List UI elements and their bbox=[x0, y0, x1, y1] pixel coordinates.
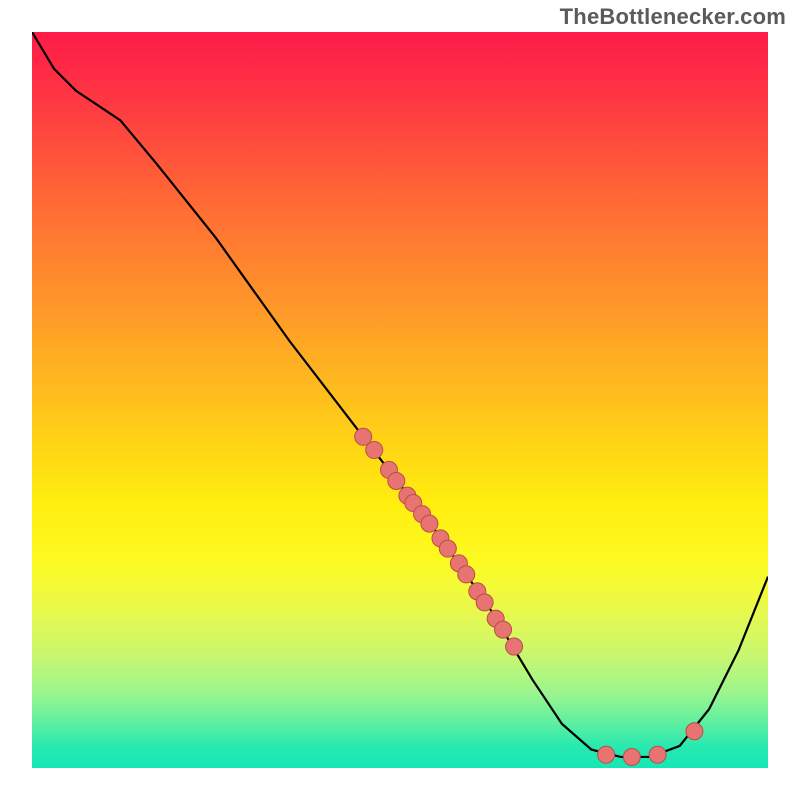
scatter-point bbox=[649, 746, 666, 763]
scatter-point bbox=[421, 515, 438, 532]
scatter-point bbox=[388, 472, 405, 489]
scatter-point bbox=[439, 540, 456, 557]
chart-plot-area bbox=[32, 32, 768, 768]
scatter-point bbox=[623, 748, 640, 765]
bottleneck-curve bbox=[32, 32, 768, 757]
scatter-point bbox=[506, 638, 523, 655]
attribution-watermark: TheBottlenecker.com bbox=[560, 4, 786, 30]
scatter-point bbox=[458, 566, 475, 583]
scatter-point bbox=[598, 746, 615, 763]
chart-svg-layer bbox=[32, 32, 768, 768]
scatter-point bbox=[366, 442, 383, 459]
scatter-point bbox=[495, 621, 512, 638]
scatter-point bbox=[686, 723, 703, 740]
scatter-points-group bbox=[355, 428, 703, 765]
scatter-point bbox=[476, 594, 493, 611]
